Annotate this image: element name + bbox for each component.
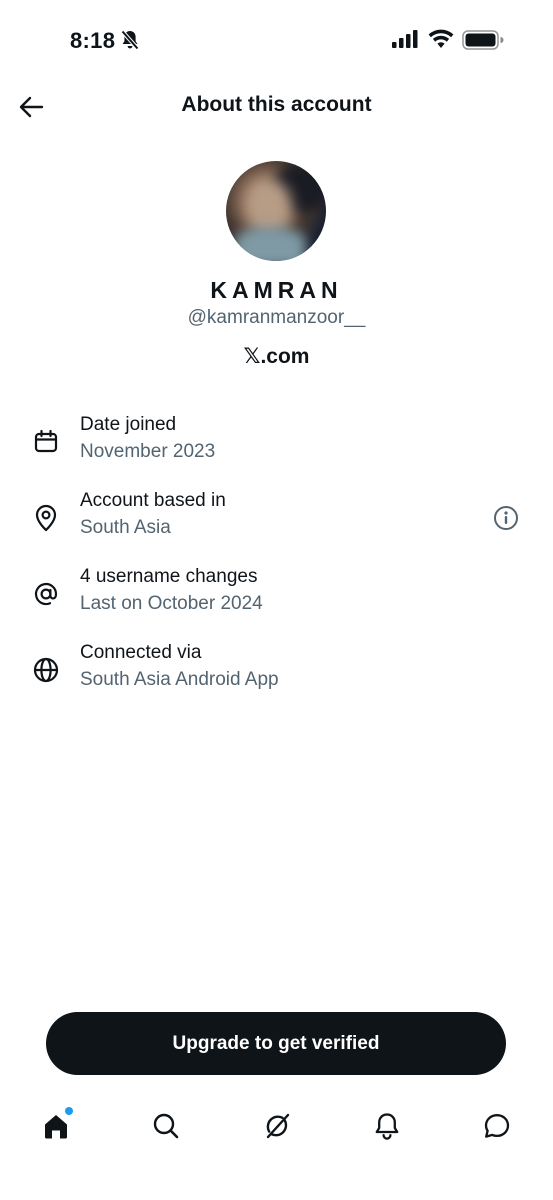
calendar-icon bbox=[32, 428, 60, 456]
x-com-link[interactable]: 𝕏.com bbox=[0, 344, 553, 369]
username-handle: @kamranmanzoor__ bbox=[187, 307, 366, 328]
detail-value: November 2023 bbox=[80, 441, 216, 462]
cellular-signal-icon bbox=[392, 30, 418, 53]
header: About this account bbox=[0, 80, 553, 132]
tab-home[interactable] bbox=[36, 1106, 76, 1146]
battery-icon bbox=[462, 30, 504, 55]
detail-row-date-joined: Date joined November 2023 bbox=[0, 414, 553, 474]
status-bar: 8:18 bbox=[0, 0, 553, 80]
at-sign-icon bbox=[32, 580, 60, 608]
avatar bbox=[226, 161, 326, 261]
globe-icon bbox=[32, 656, 60, 684]
detail-label: 4 username changes bbox=[80, 566, 258, 587]
detail-label: Date joined bbox=[80, 414, 177, 435]
page-title: About this account bbox=[181, 93, 372, 116]
messages-icon bbox=[484, 1114, 510, 1138]
unread-dot bbox=[65, 1107, 73, 1115]
tab-grok[interactable] bbox=[257, 1106, 297, 1146]
detail-row-username-changes: 4 username changes Last on October 2024 bbox=[0, 566, 553, 626]
home-icon bbox=[45, 1115, 67, 1139]
tab-notifications[interactable] bbox=[367, 1106, 407, 1146]
search-icon bbox=[153, 1113, 179, 1139]
wifi-icon bbox=[428, 29, 454, 54]
location-pin-icon bbox=[32, 504, 60, 532]
tab-messages[interactable] bbox=[477, 1106, 517, 1146]
detail-row-account-based-in: Account based in South Asia bbox=[0, 490, 553, 550]
info-circle-icon[interactable] bbox=[492, 504, 520, 532]
upgrade-verified-button[interactable]: Upgrade to get verified bbox=[46, 1012, 506, 1075]
detail-label: Account based in bbox=[80, 490, 226, 511]
detail-value: Last on October 2024 bbox=[80, 593, 263, 614]
display-name: KAMRAN bbox=[210, 277, 343, 303]
detail-value: South Asia Android App bbox=[80, 669, 279, 690]
detail-value: South Asia bbox=[80, 517, 171, 538]
notifications-icon bbox=[375, 1113, 399, 1140]
bottom-tab-bar bbox=[0, 1100, 553, 1160]
bell-slash-icon bbox=[120, 29, 140, 56]
detail-row-connected-via: Connected via South Asia Android App bbox=[0, 642, 553, 702]
status-time: 8:18 bbox=[70, 28, 116, 53]
grok-icon bbox=[266, 1113, 290, 1139]
detail-label: Connected via bbox=[80, 642, 202, 663]
tab-search[interactable] bbox=[146, 1106, 186, 1146]
